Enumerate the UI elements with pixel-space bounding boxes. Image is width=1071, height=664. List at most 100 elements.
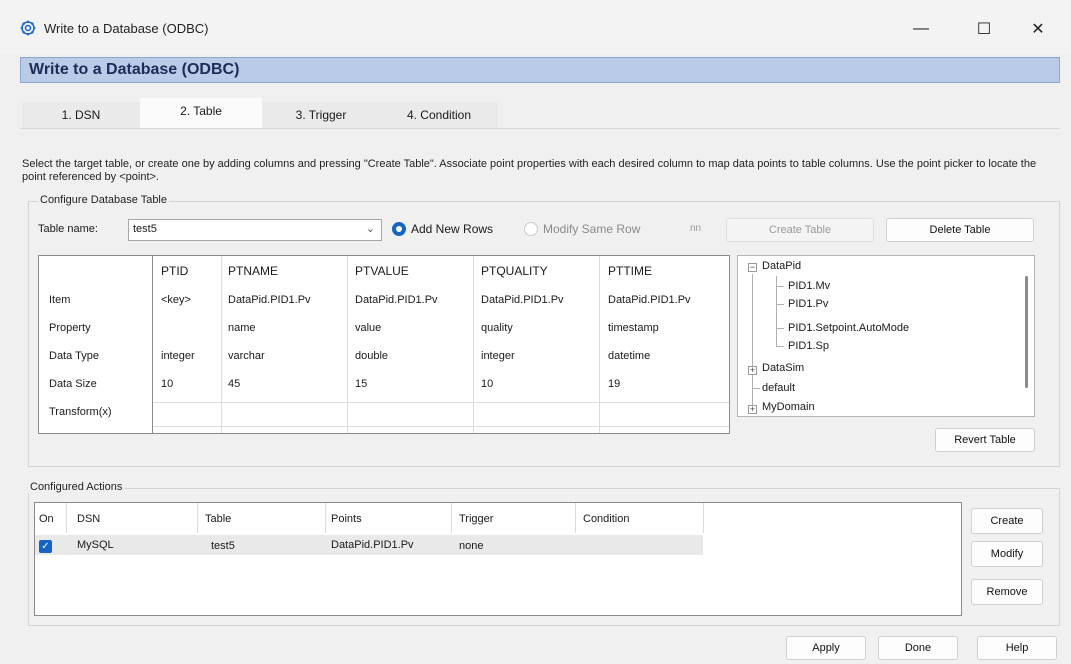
- grid-cell[interactable]: 10: [481, 378, 493, 390]
- expand-icon[interactable]: +: [748, 366, 757, 375]
- tab-divider: [20, 128, 1060, 129]
- tab-condition[interactable]: 4. Condition: [380, 102, 498, 128]
- banner-title: Write to a Database (ODBC): [29, 61, 240, 78]
- tree-node-default[interactable]: default: [762, 382, 795, 394]
- column-header-points[interactable]: Points: [331, 513, 362, 525]
- header-banner: Write to a Database (ODBC): [20, 57, 1060, 83]
- help-button[interactable]: Help: [977, 636, 1057, 660]
- grid-cell[interactable]: quality: [481, 322, 513, 334]
- close-button[interactable]: ✕: [1014, 14, 1062, 44]
- modify-same-row-label: Modify Same Row: [543, 222, 641, 236]
- tree-line: [776, 328, 784, 329]
- list-divider: [575, 503, 576, 533]
- grid-cell[interactable]: 15: [355, 378, 367, 390]
- table-name-label: Table name:: [38, 223, 98, 235]
- grid-cell[interactable]: 45: [228, 378, 240, 390]
- grid-cell[interactable]: DataPid.PID1.Pv: [608, 294, 691, 306]
- column-mapping-grid: Item Property Data Type Data Size Transf…: [38, 255, 730, 434]
- tree-node-mydomain[interactable]: MyDomain: [762, 401, 815, 413]
- grid-cell[interactable]: DataPid.PID1.Pv: [355, 294, 438, 306]
- tree-node-pid1-setpoint-automode[interactable]: PID1.Setpoint.AutoMode: [788, 322, 909, 334]
- grid-cell[interactable]: datetime: [608, 350, 650, 362]
- window-title: Write to a Database (ODBC): [44, 21, 209, 36]
- grid-cell[interactable]: <key>: [161, 294, 191, 306]
- tree-line: [752, 274, 753, 410]
- row-trigger: none: [459, 540, 484, 552]
- column-header-dsn[interactable]: DSN: [77, 513, 100, 525]
- grid-cell[interactable]: 10: [161, 378, 173, 390]
- row-header-transform: Transform(x): [49, 406, 112, 418]
- configured-actions-title: Configured Actions: [28, 481, 125, 493]
- maximize-button[interactable]: ☐: [960, 14, 1008, 44]
- grid-cell[interactable]: integer: [481, 350, 515, 362]
- row-points: DataPid.PID1.Pv: [331, 539, 414, 551]
- expand-icon[interactable]: +: [748, 405, 757, 414]
- column-header-condition[interactable]: Condition: [583, 513, 629, 525]
- column-header-ptquality[interactable]: PTQUALITY: [481, 264, 548, 278]
- table-name-combo[interactable]: test5 ⌄: [128, 219, 382, 241]
- configure-group-title: Configure Database Table: [38, 194, 169, 206]
- grid-cell[interactable]: varchar: [228, 350, 265, 362]
- grid-cell[interactable]: DataPid.PID1.Pv: [228, 294, 311, 306]
- collapse-icon[interactable]: −: [748, 263, 757, 272]
- tree-line: [776, 304, 784, 305]
- column-header-ptvalue[interactable]: PTVALUE: [355, 264, 409, 278]
- grid-cell[interactable]: DataPid.PID1.Pv: [481, 294, 564, 306]
- minimize-button[interactable]: —: [897, 14, 945, 44]
- tree-node-pid1-mv[interactable]: PID1.Mv: [788, 280, 830, 292]
- modify-same-row-field[interactable]: nn: [688, 219, 718, 241]
- row-dsn: MySQL: [77, 539, 114, 551]
- remove-action-button[interactable]: Remove: [971, 579, 1043, 605]
- create-table-button[interactable]: Create Table: [726, 218, 874, 242]
- modify-same-row-radio[interactable]: Modify Same Row: [524, 222, 640, 236]
- tree-scrollbar[interactable]: [1025, 276, 1028, 388]
- chevron-down-icon[interactable]: ⌄: [366, 222, 375, 235]
- grid-cell[interactable]: 19: [608, 378, 620, 390]
- grid-cell[interactable]: name: [228, 322, 256, 334]
- column-header-table[interactable]: Table: [205, 513, 231, 525]
- grid-divider: [221, 256, 222, 433]
- grid-cell[interactable]: value: [355, 322, 381, 334]
- grid-cell[interactable]: double: [355, 350, 388, 362]
- create-action-button[interactable]: Create: [971, 508, 1043, 534]
- add-new-rows-label: Add New Rows: [411, 222, 494, 236]
- list-divider: [325, 503, 326, 533]
- point-picker-tree[interactable]: − DataPid PID1.Mv PID1.Pv PID1.Setpoint.…: [737, 255, 1035, 417]
- row-header-item: Item: [49, 294, 71, 306]
- grid-divider: [347, 256, 348, 433]
- enabled-checkbox[interactable]: ✓: [39, 540, 52, 553]
- delete-table-button[interactable]: Delete Table: [886, 218, 1034, 242]
- grid-divider: [473, 256, 474, 433]
- tree-node-pid1-sp[interactable]: PID1.Sp: [788, 340, 829, 352]
- tree-node-pid1-pv[interactable]: PID1.Pv: [788, 298, 828, 310]
- tab-dsn[interactable]: 1. DSN: [22, 102, 140, 128]
- table-name-value: test5: [133, 223, 157, 235]
- tab-table[interactable]: 2. Table: [140, 98, 262, 128]
- tree-node-datapid[interactable]: DataPid: [762, 260, 801, 272]
- apply-button[interactable]: Apply: [786, 636, 866, 660]
- tree-line: [776, 286, 784, 287]
- list-divider: [451, 503, 452, 533]
- row-header-property: Property: [49, 322, 91, 334]
- list-divider: [66, 503, 67, 533]
- actions-list[interactable]: On DSN Table Points Trigger Condition ✓ …: [34, 502, 962, 616]
- column-header-on[interactable]: On: [39, 513, 54, 525]
- tree-line: [776, 346, 784, 347]
- grid-cell[interactable]: integer: [161, 350, 195, 362]
- row-table: test5: [211, 540, 235, 552]
- add-new-rows-radio[interactable]: Add New Rows: [392, 222, 493, 236]
- revert-table-button[interactable]: Revert Table: [935, 428, 1035, 452]
- grid-cell[interactable]: timestamp: [608, 322, 659, 334]
- done-button[interactable]: Done: [878, 636, 958, 660]
- tab-trigger[interactable]: 3. Trigger: [262, 102, 380, 128]
- row-header-data-type: Data Type: [49, 350, 99, 362]
- modify-action-button[interactable]: Modify: [971, 541, 1043, 567]
- instructions-text: Select the target table, or create one b…: [22, 158, 1037, 183]
- column-header-trigger[interactable]: Trigger: [459, 513, 493, 525]
- grid-divider: [599, 256, 600, 433]
- radio-selected-icon: [392, 222, 406, 236]
- column-header-ptname[interactable]: PTNAME: [228, 264, 278, 278]
- column-header-ptid[interactable]: PTID: [161, 264, 188, 278]
- column-header-pttime[interactable]: PTTIME: [608, 264, 652, 278]
- tree-node-datasim[interactable]: DataSim: [762, 362, 804, 374]
